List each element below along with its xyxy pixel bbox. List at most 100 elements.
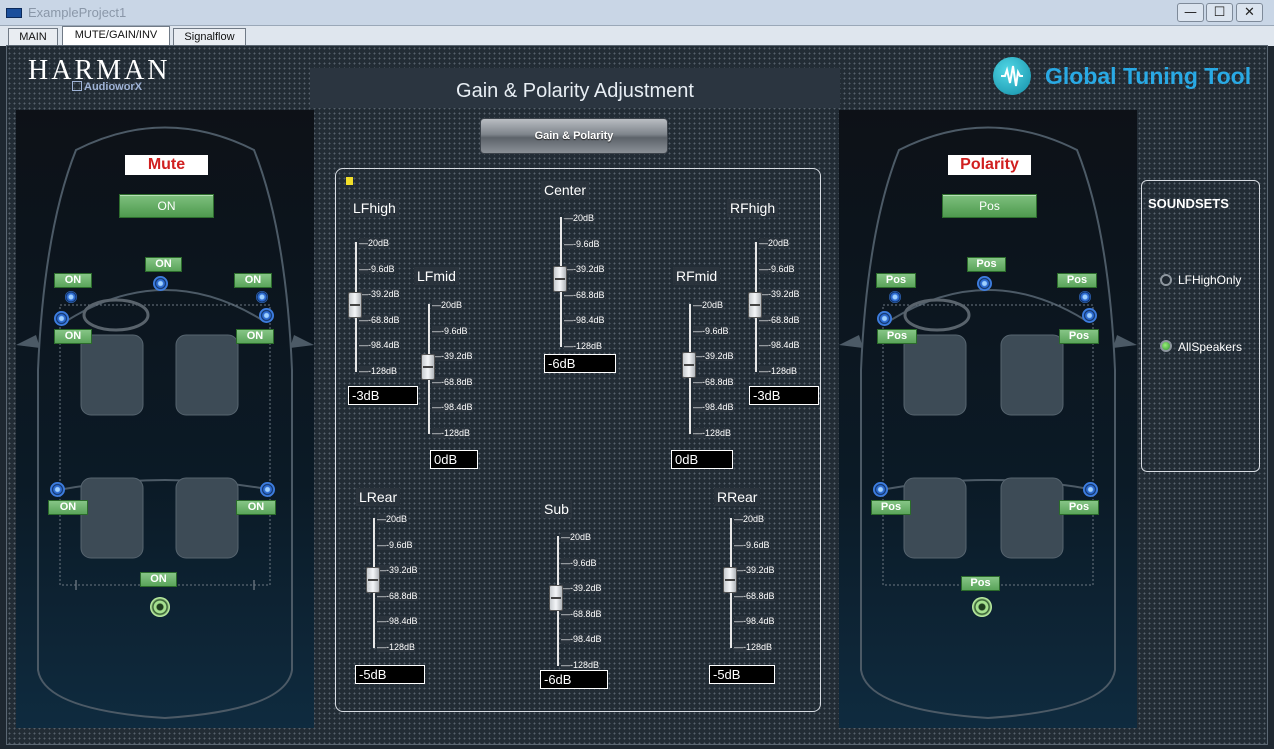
gain-value-lfmid[interactable]: 0dB xyxy=(430,450,478,469)
fader-tick: —20dB xyxy=(564,213,595,223)
speaker-icon xyxy=(1082,308,1097,323)
fader-tick: —20dB xyxy=(759,238,790,248)
fader-tick: —-98.4dB xyxy=(734,616,775,626)
channel-name-rrear: RRear xyxy=(714,488,761,506)
polarity-tag-rrear[interactable]: Pos xyxy=(1059,500,1099,515)
mute-tag-sub[interactable]: ON xyxy=(140,572,177,587)
polarity-tag-rfhigh[interactable]: Pos xyxy=(1057,273,1097,288)
fader-tick: —-39.2dB xyxy=(693,351,734,361)
speaker-icon xyxy=(256,291,268,303)
fader-tick: —-9.6dB xyxy=(432,326,468,336)
gain-mixer-panel xyxy=(335,168,821,712)
fader-tick: —-39.2dB xyxy=(564,264,605,274)
fader-thumb-lfhigh[interactable] xyxy=(348,292,362,318)
polarity-tag-lfhigh[interactable]: Pos xyxy=(876,273,916,288)
polarity-tag-center[interactable]: Pos xyxy=(967,257,1006,272)
gain-value-rrear[interactable]: -5dB xyxy=(709,665,775,684)
channel-name-rfhigh: RFhigh xyxy=(727,199,779,217)
minimize-button[interactable]: — xyxy=(1177,3,1204,22)
fader-thumb-rfmid[interactable] xyxy=(682,352,696,378)
fader-tick: —-9.6dB xyxy=(377,540,413,550)
fader-tick: —-68.8dB xyxy=(432,377,473,387)
fader-tick: —-98.4dB xyxy=(432,402,473,412)
polarity-tag-rfmid[interactable]: Pos xyxy=(1059,329,1099,344)
fader-tick: —-39.2dB xyxy=(432,351,473,361)
fader-tick: —-9.6dB xyxy=(359,264,395,274)
fader-thumb-lfmid[interactable] xyxy=(421,354,435,380)
channel-name-lfhigh: LFhigh xyxy=(350,199,399,217)
app-icon xyxy=(6,8,22,18)
window-titlebar xyxy=(0,0,1274,26)
fader-thumb-sub[interactable] xyxy=(549,585,563,611)
fader-tick: —-39.2dB xyxy=(377,565,418,575)
tab-signalflow[interactable]: Signalflow xyxy=(173,28,246,46)
fader-tick: —-98.4dB xyxy=(693,402,734,412)
speaker-icon xyxy=(877,311,892,326)
fader-tick: —-9.6dB xyxy=(734,540,770,550)
mute-tag-rfmid[interactable]: ON xyxy=(236,329,274,344)
channel-name-rfmid: RFmid xyxy=(673,267,721,285)
fader-tick: —-39.2dB xyxy=(759,289,800,299)
tab-mute-gain-inv[interactable]: MUTE/GAIN/INV xyxy=(62,26,170,46)
gain-value-sub[interactable]: -6dB xyxy=(540,670,608,689)
product-name: Global Tuning Tool xyxy=(1045,63,1252,89)
fader-tick: —-128dB xyxy=(759,366,798,376)
close-button[interactable]: ✕ xyxy=(1236,3,1263,22)
fader-tick: —-9.6dB xyxy=(561,558,597,568)
fader-tick: —-68.8dB xyxy=(759,315,800,325)
fader-tick: —20dB xyxy=(377,514,408,524)
audioworx-label: AudioworX xyxy=(84,81,143,93)
gain-value-rfhigh[interactable]: -3dB xyxy=(749,386,819,405)
soundset-label-lfhighonly[interactable]: LFHighOnly xyxy=(1178,273,1258,287)
fader-tick: —20dB xyxy=(693,300,724,310)
subwoofer-icon xyxy=(972,597,992,617)
fader-tick: —20dB xyxy=(359,238,390,248)
fader-thumb-rrear[interactable] xyxy=(723,567,737,593)
speaker-icon xyxy=(1083,482,1098,497)
soundset-radio-lfhighonly[interactable] xyxy=(1160,274,1172,286)
speaker-icon xyxy=(54,311,69,326)
fader-tick: —-128dB xyxy=(432,428,471,438)
fader-tick: —-39.2dB xyxy=(734,565,775,575)
fader-tick: —20dB xyxy=(734,514,765,524)
mute-tag-rrear[interactable]: ON xyxy=(236,500,276,515)
mute-label: Mute xyxy=(125,155,208,175)
mute-tag-rfhigh[interactable]: ON xyxy=(234,273,272,288)
mute-tag-center[interactable]: ON xyxy=(145,257,182,272)
gain-value-rfmid[interactable]: 0dB xyxy=(671,450,733,469)
polarity-master-button[interactable]: Pos xyxy=(942,194,1037,218)
polarity-tag-sub[interactable]: Pos xyxy=(961,576,1000,591)
polarity-tag-lfmid[interactable]: Pos xyxy=(877,329,917,344)
mute-tag-lfhigh[interactable]: ON xyxy=(54,273,92,288)
fader-thumb-center[interactable] xyxy=(553,266,567,292)
fader-tick: —-128dB xyxy=(561,660,600,670)
maximize-button[interactable]: ☐ xyxy=(1206,3,1233,22)
fader-tick: —-9.6dB xyxy=(564,239,600,249)
soundset-radio-allspeakers[interactable] xyxy=(1160,340,1172,352)
fader-tick: —-98.4dB xyxy=(377,616,418,626)
audioworx-logo: AudioworX xyxy=(72,81,142,93)
mute-master-button[interactable]: ON xyxy=(119,194,214,218)
fader-tick: —-68.8dB xyxy=(359,315,400,325)
mute-tag-lrear[interactable]: ON xyxy=(48,500,88,515)
tab-main[interactable]: MAIN xyxy=(8,28,58,46)
soundset-label-allspeakers[interactable]: AllSpeakers xyxy=(1178,340,1258,354)
fader-tick: —-39.2dB xyxy=(359,289,400,299)
fader-tick: —-9.6dB xyxy=(759,264,795,274)
page-title: Gain & Polarity Adjustment xyxy=(310,68,840,108)
gain-value-center[interactable]: -6dB xyxy=(544,354,616,373)
waveform-icon xyxy=(993,57,1031,95)
channel-name-lrear: LRear xyxy=(356,488,401,506)
gain-value-lfhigh[interactable]: -3dB xyxy=(348,386,418,405)
speaker-icon xyxy=(1079,291,1091,303)
polarity-tag-lrear[interactable]: Pos xyxy=(871,500,911,515)
speaker-icon xyxy=(50,482,65,497)
speaker-icon xyxy=(65,291,77,303)
mute-tag-lfmid[interactable]: ON xyxy=(54,329,92,344)
fader-tick: —-128dB xyxy=(377,642,416,652)
gain-value-lrear[interactable]: -5dB xyxy=(355,665,425,684)
gain-polarity-button[interactable]: Gain & Polarity xyxy=(480,118,668,154)
fader-thumb-rfhigh[interactable] xyxy=(748,292,762,318)
fader-tick: —-68.8dB xyxy=(734,591,775,601)
fader-thumb-lrear[interactable] xyxy=(366,567,380,593)
